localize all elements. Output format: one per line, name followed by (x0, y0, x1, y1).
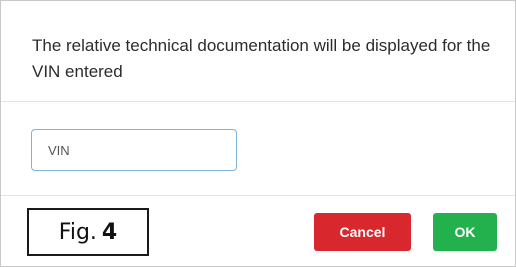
vin-dialog: The relative technical documentation wil… (0, 0, 516, 267)
figure-number: 4 (101, 219, 118, 245)
cancel-button[interactable]: Cancel (314, 213, 411, 251)
vin-input[interactable] (31, 129, 237, 171)
ok-button[interactable]: OK (433, 213, 497, 251)
figure-prefix: Fig. (58, 219, 97, 245)
dialog-message: The relative technical documentation wil… (32, 36, 491, 81)
dialog-body (1, 102, 515, 196)
dialog-header: The relative technical documentation wil… (1, 1, 515, 102)
figure-label: Fig. 4 (27, 208, 149, 256)
dialog-footer: Fig. 4 Cancel OK (1, 196, 515, 266)
